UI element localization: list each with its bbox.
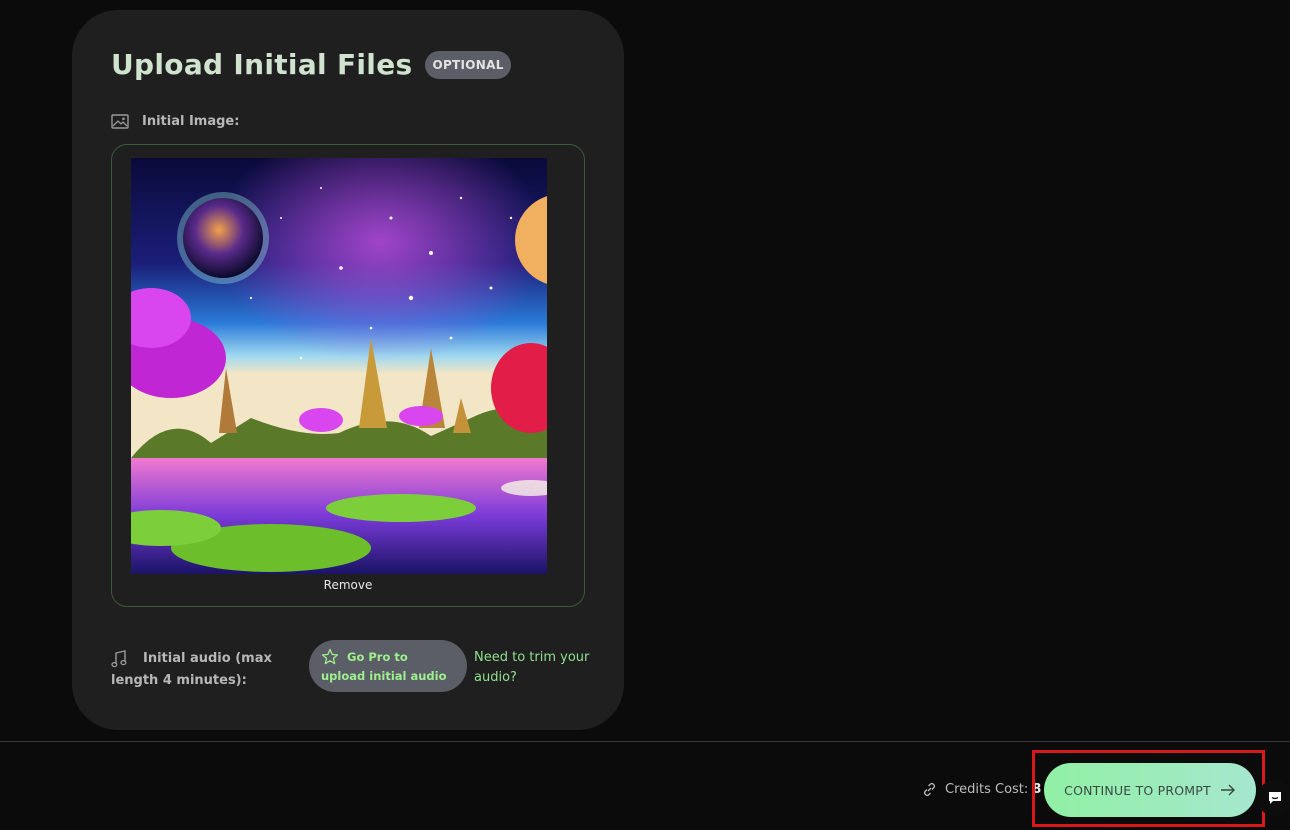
trim-audio-link[interactable]: Need to trim your audio? xyxy=(474,648,592,688)
chat-button[interactable] xyxy=(1257,780,1290,816)
upload-title: Upload Initial Files xyxy=(111,48,413,81)
initial-audio-label: Initial audio (max length 4 minutes): xyxy=(111,648,301,692)
page: Upload Initial Files OPTIONAL Initial Im… xyxy=(0,0,1290,830)
title-row: Upload Initial Files OPTIONAL xyxy=(111,48,511,81)
initial-image-label: Initial Image: xyxy=(142,114,240,129)
star-icon xyxy=(321,648,339,665)
link-icon xyxy=(924,783,935,796)
chat-icon xyxy=(1269,792,1281,804)
continue-to-prompt-button[interactable]: CONTINUE TO PROMPT xyxy=(1044,763,1256,817)
initial-audio-label-text: Initial audio (max length 4 minutes): xyxy=(111,651,272,688)
arrow-right-icon xyxy=(1220,784,1235,796)
continue-label: CONTINUE TO PROMPT xyxy=(1064,782,1211,798)
credits-label: Credits Cost: xyxy=(945,782,1029,797)
initial-image-dropzone[interactable]: Remove xyxy=(111,144,585,607)
credits-cost: Credits Cost: 8 xyxy=(922,782,1041,797)
upload-card: Upload Initial Files OPTIONAL Initial Im… xyxy=(72,10,624,730)
initial-audio-row: Initial audio (max length 4 minutes): Go… xyxy=(111,640,592,706)
initial-image-label-row: Initial Image: xyxy=(111,114,239,129)
image-icon xyxy=(111,114,129,129)
optional-badge: OPTIONAL xyxy=(425,50,511,79)
remove-image-button[interactable]: Remove xyxy=(112,578,584,592)
footer-bar: Credits Cost: 8 CONTINUE TO PROMPT xyxy=(0,741,1290,830)
go-pro-upload-audio-button[interactable]: Go Pro to upload initial audio xyxy=(309,640,467,692)
go-pro-label: Go Pro to upload initial audio xyxy=(321,650,447,683)
initial-image-preview xyxy=(131,158,547,574)
